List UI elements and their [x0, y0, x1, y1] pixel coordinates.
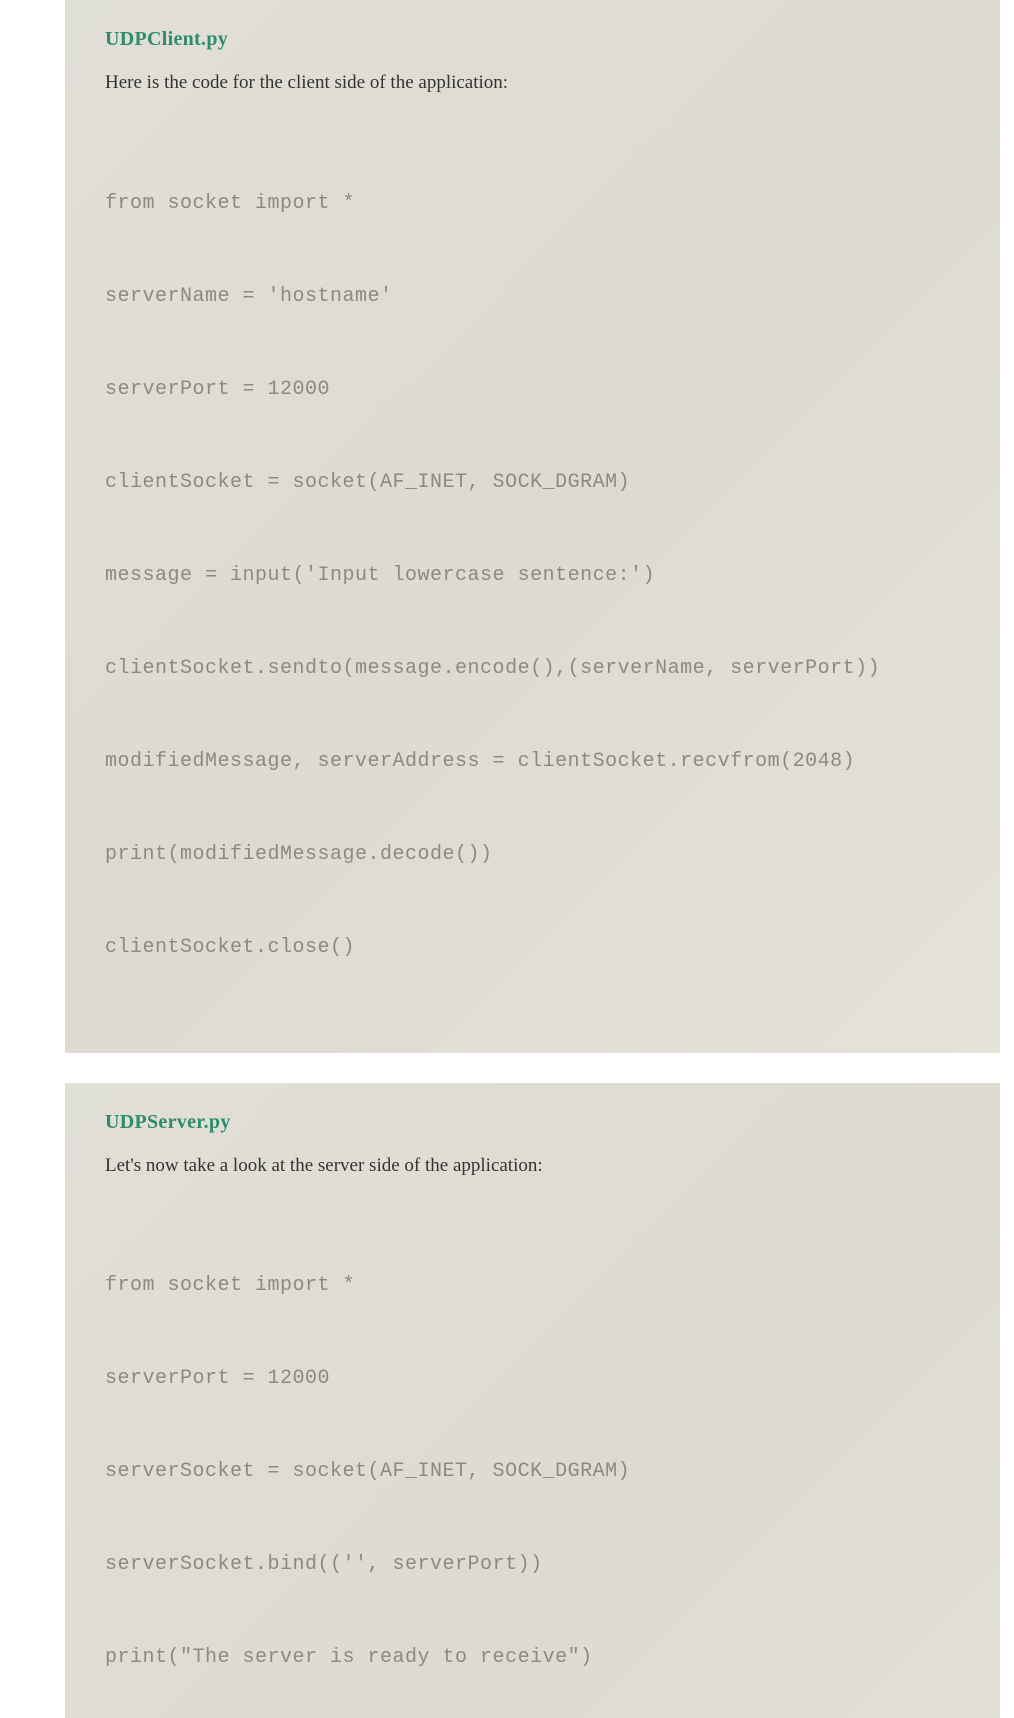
code-block-server: from socket import * serverPort = 12000 … [105, 1208, 968, 1718]
code-line: serverSocket.bind(('', serverPort)) [105, 1549, 968, 1580]
code-line: serverPort = 12000 [105, 374, 968, 405]
code-line: clientSocket.sendto(message.encode(),(se… [105, 653, 968, 684]
section-title-client: UDPClient.py [105, 28, 968, 51]
code-line: serverPort = 12000 [105, 1363, 968, 1394]
code-line: serverName = 'hostname' [105, 281, 968, 312]
intro-text-server: Let's now take a look at the server side… [105, 1152, 968, 1181]
udp-client-section: UDPClient.py Here is the code for the cl… [65, 0, 1000, 1053]
code-block-client: from socket import * serverName = 'hostn… [105, 126, 968, 1025]
code-line: print("The server is ready to receive") [105, 1642, 968, 1673]
code-line: from socket import * [105, 188, 968, 219]
section-title-server: UDPServer.py [105, 1111, 968, 1134]
code-line: clientSocket = socket(AF_INET, SOCK_DGRA… [105, 467, 968, 498]
code-line: print(modifiedMessage.decode()) [105, 839, 968, 870]
intro-text-client: Here is the code for the client side of … [105, 69, 968, 98]
code-line: clientSocket.close() [105, 932, 968, 963]
code-line: from socket import * [105, 1270, 968, 1301]
code-line: modifiedMessage, serverAddress = clientS… [105, 746, 968, 777]
code-line: message = input('Input lowercase sentenc… [105, 560, 968, 591]
code-line: serverSocket = socket(AF_INET, SOCK_DGRA… [105, 1456, 968, 1487]
udp-server-section: UDPServer.py Let's now take a look at th… [65, 1083, 1000, 1718]
